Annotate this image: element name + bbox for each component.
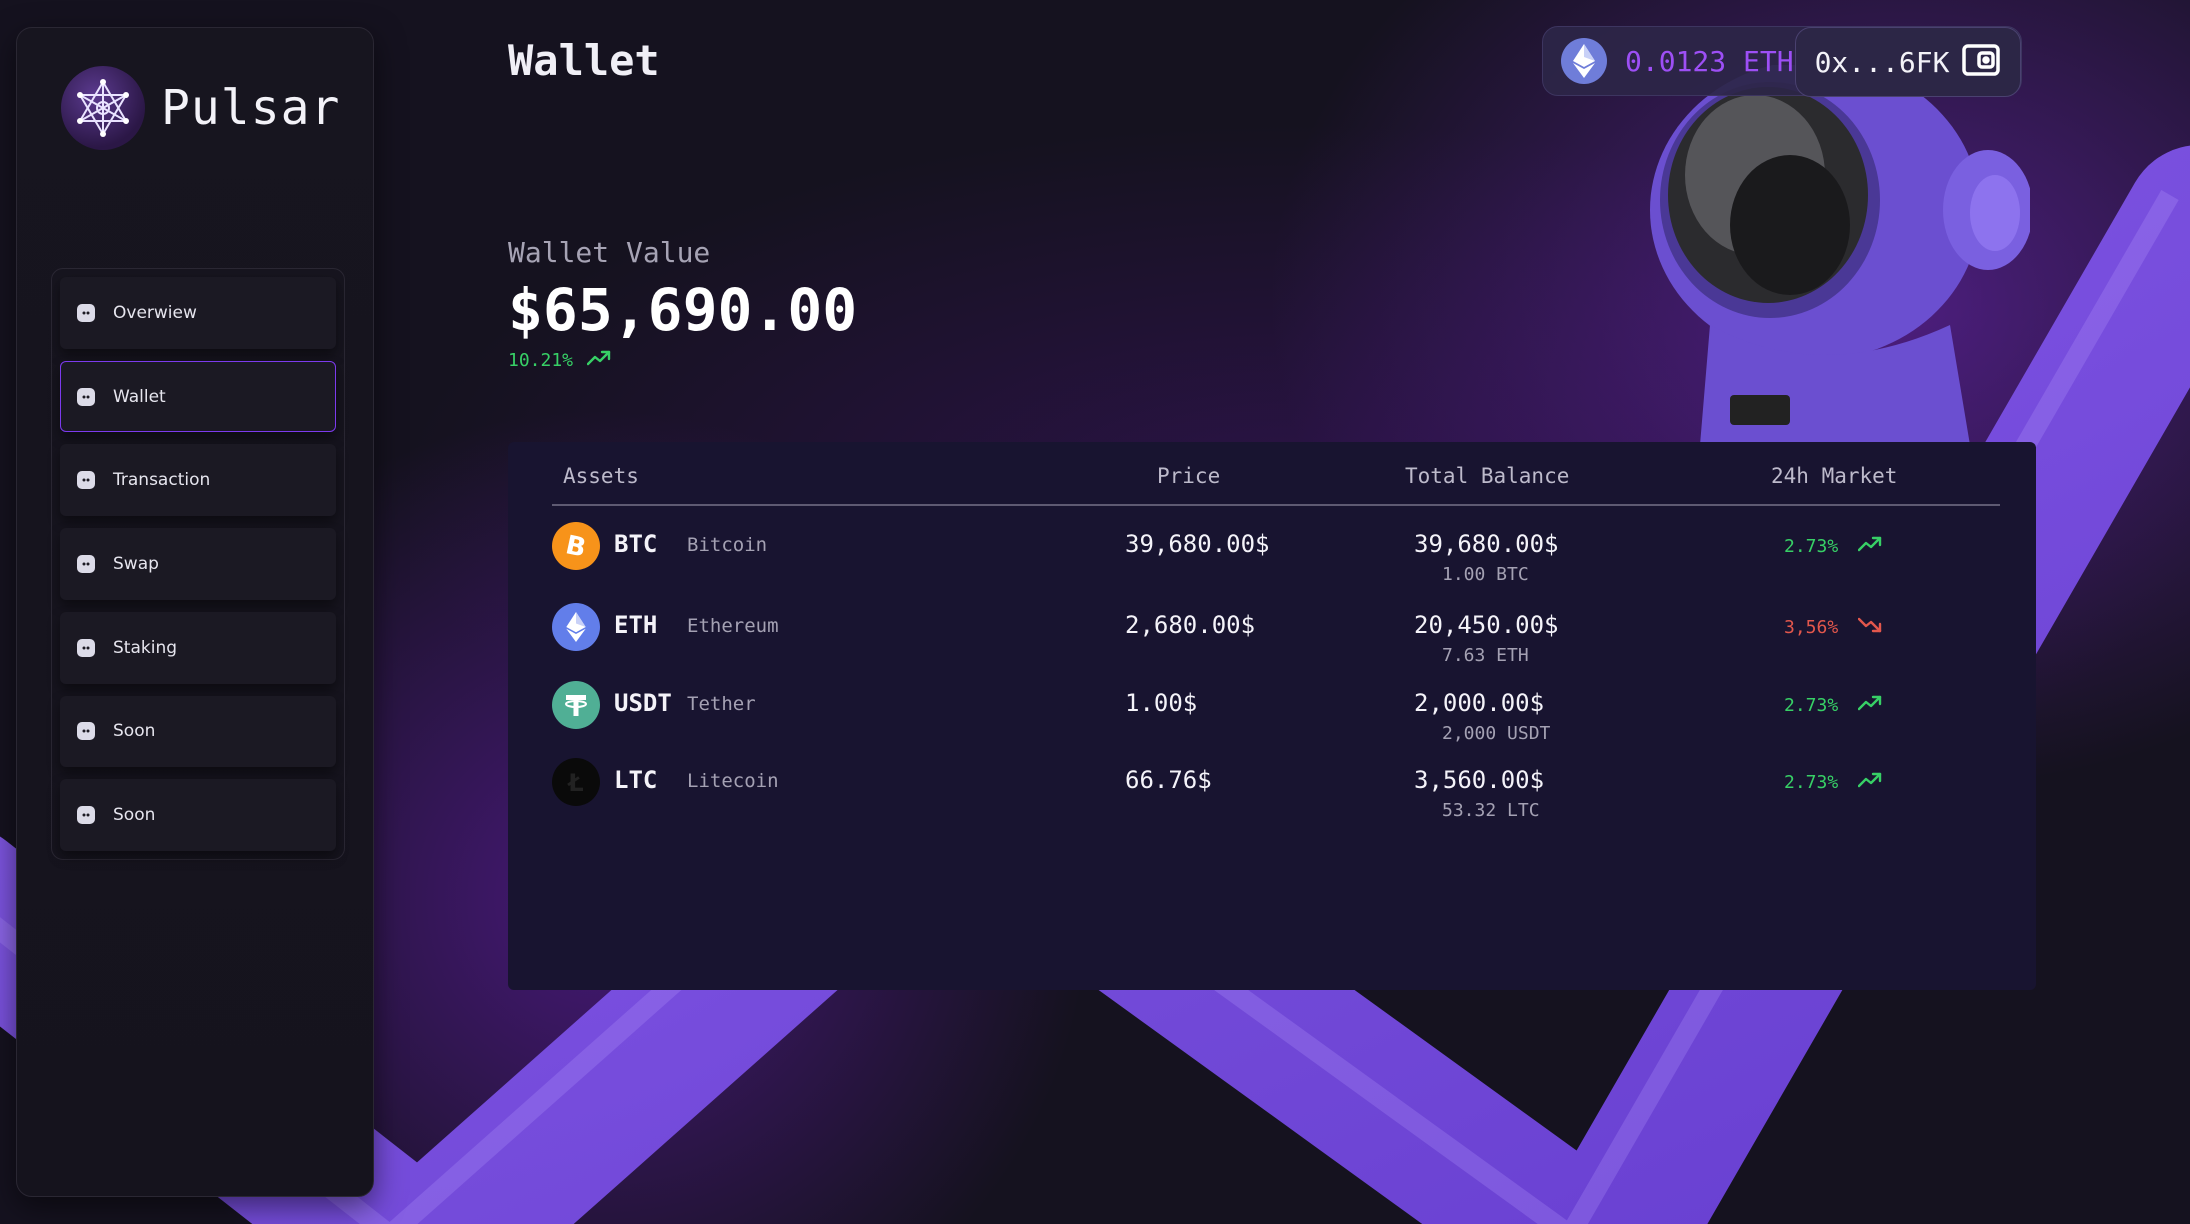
gamepad-icon bbox=[77, 555, 95, 574]
column-header-total-balance: Total Balance bbox=[1405, 464, 1570, 488]
asset-price: 2,680.00$ bbox=[1125, 611, 1256, 639]
column-header-price: Price bbox=[1157, 464, 1221, 488]
wallet-icon bbox=[1961, 40, 2001, 84]
asset-name: Ethereum bbox=[687, 615, 779, 637]
sidebar-item-soon-2[interactable]: Soon bbox=[60, 779, 336, 852]
asset-change-text: 3,56% bbox=[1784, 617, 1839, 638]
page-title: Wallet bbox=[508, 36, 660, 85]
asset-amount: 7.63 ETH bbox=[1442, 645, 1529, 666]
column-header-24h-market: 24h Market bbox=[1771, 464, 1898, 488]
header-divider bbox=[552, 504, 2000, 506]
wallet-value-label: Wallet Value bbox=[508, 236, 711, 269]
sidebar-item-swap[interactable]: Swap bbox=[60, 528, 336, 600]
sidebar-item-wallet[interactable]: Wallet bbox=[60, 360, 336, 433]
asset-name: Litecoin bbox=[687, 770, 779, 792]
asset-balance: 3,560.00$ bbox=[1414, 766, 1545, 794]
astronaut-illustration bbox=[1650, 65, 2030, 445]
asset-amount: 2,000 USDT bbox=[1442, 723, 1551, 744]
pulsar-logo-icon bbox=[61, 66, 145, 150]
wallet-connection-pill: 0.0123 ETH 0x...6FK bbox=[1542, 26, 2022, 97]
sidebar-item-label: Wallet bbox=[113, 386, 166, 407]
trend-up-icon bbox=[1838, 536, 1882, 557]
asset-name: Bitcoin bbox=[687, 534, 768, 556]
tether-icon bbox=[552, 681, 600, 729]
asset-change: 3,56% bbox=[1784, 617, 1882, 638]
litecoin-icon: Ł bbox=[552, 758, 600, 806]
asset-price: 66.76$ bbox=[1125, 766, 1212, 794]
svg-text:B: B bbox=[563, 531, 589, 561]
asset-balance: 2,000.00$ bbox=[1414, 689, 1545, 717]
sidebar-item-overview[interactable]: Overwiew bbox=[60, 277, 336, 349]
wallet-address-button[interactable]: 0x...6FK bbox=[1795, 27, 2021, 97]
asset-price: 39,680.00$ bbox=[1125, 530, 1270, 558]
trend-down-icon bbox=[1838, 617, 1882, 638]
asset-name: Tether bbox=[687, 693, 756, 715]
asset-change: 2.73% bbox=[1784, 695, 1882, 716]
trend-up-icon bbox=[573, 350, 611, 371]
eth-balance: 0.0123 ETH bbox=[1625, 44, 1794, 78]
ethereum-icon bbox=[1561, 38, 1607, 84]
asset-ticker: USDT bbox=[614, 689, 672, 717]
gamepad-icon bbox=[77, 638, 95, 657]
asset-ticker: BTC bbox=[614, 530, 658, 558]
assets-table: Assets Price Total Balance 24h Market B … bbox=[508, 442, 2036, 990]
asset-ticker: LTC bbox=[614, 766, 658, 794]
asset-amount: 1.00 BTC bbox=[1442, 564, 1529, 585]
asset-change-text: 2.73% bbox=[1784, 536, 1839, 557]
asset-change-text: 2.73% bbox=[1784, 695, 1839, 716]
gamepad-icon bbox=[77, 722, 95, 741]
wallet-value-amount: $65,690.00 bbox=[508, 276, 858, 344]
sidebar-item-soon-1[interactable]: Soon bbox=[60, 695, 336, 768]
asset-ticker: ETH bbox=[614, 611, 658, 639]
sidebar-item-label: Soon bbox=[113, 721, 156, 742]
gamepad-icon bbox=[77, 303, 95, 322]
svg-text:Ł: Ł bbox=[566, 769, 583, 797]
asset-balance: 20,450.00$ bbox=[1414, 611, 1559, 639]
wallet-address: 0x...6FK bbox=[1814, 45, 1950, 79]
asset-change: 2.73% bbox=[1784, 772, 1882, 793]
asset-change: 2.73% bbox=[1784, 536, 1882, 557]
sidebar-item-label: Overwiew bbox=[113, 302, 197, 323]
trend-up-icon bbox=[1838, 772, 1882, 793]
table-row[interactable]: B BTC Bitcoin 39,680.00$ 39,680.00$ 1.00… bbox=[508, 522, 2036, 592]
gamepad-icon bbox=[77, 387, 95, 406]
table-row[interactable]: USDT Tether 1.00$ 2,000.00$ 2,000 USDT 2… bbox=[508, 681, 2036, 751]
sidebar-item-label: Transaction bbox=[113, 470, 211, 491]
sidebar-item-staking[interactable]: Staking bbox=[60, 611, 336, 684]
sidebar-item-transaction[interactable]: Transaction bbox=[60, 444, 336, 517]
asset-change-text: 2.73% bbox=[1784, 772, 1839, 793]
table-row[interactable]: ETH Ethereum 2,680.00$ 20,450.00$ 7.63 E… bbox=[508, 603, 2036, 673]
app-name: Pulsar bbox=[161, 80, 341, 136]
gamepad-icon bbox=[77, 806, 95, 825]
trend-up-icon bbox=[1838, 695, 1882, 716]
gamepad-icon bbox=[77, 471, 95, 490]
ethereum-icon bbox=[552, 603, 600, 651]
sidebar-nav: Overwiew Wallet Transaction Swap Staking… bbox=[51, 268, 345, 860]
asset-balance: 39,680.00$ bbox=[1414, 530, 1559, 558]
wallet-value-change-text: 10.21% bbox=[508, 350, 574, 371]
column-header-assets: Assets bbox=[563, 464, 639, 488]
sidebar-item-label: Swap bbox=[113, 554, 159, 575]
sidebar-item-label: Soon bbox=[113, 805, 156, 826]
asset-amount: 53.32 LTC bbox=[1442, 800, 1540, 821]
brand: Pulsar bbox=[61, 66, 340, 150]
table-row[interactable]: Ł LTC Litecoin 66.76$ 3,560.00$ 53.32 LT… bbox=[508, 758, 2036, 828]
bitcoin-icon: B bbox=[552, 522, 600, 570]
wallet-value-change: 10.21% bbox=[508, 350, 611, 371]
sidebar: Pulsar Overwiew Wallet Transaction Swap … bbox=[16, 27, 374, 1197]
sidebar-item-label: Staking bbox=[113, 637, 178, 658]
asset-price: 1.00$ bbox=[1125, 689, 1198, 717]
